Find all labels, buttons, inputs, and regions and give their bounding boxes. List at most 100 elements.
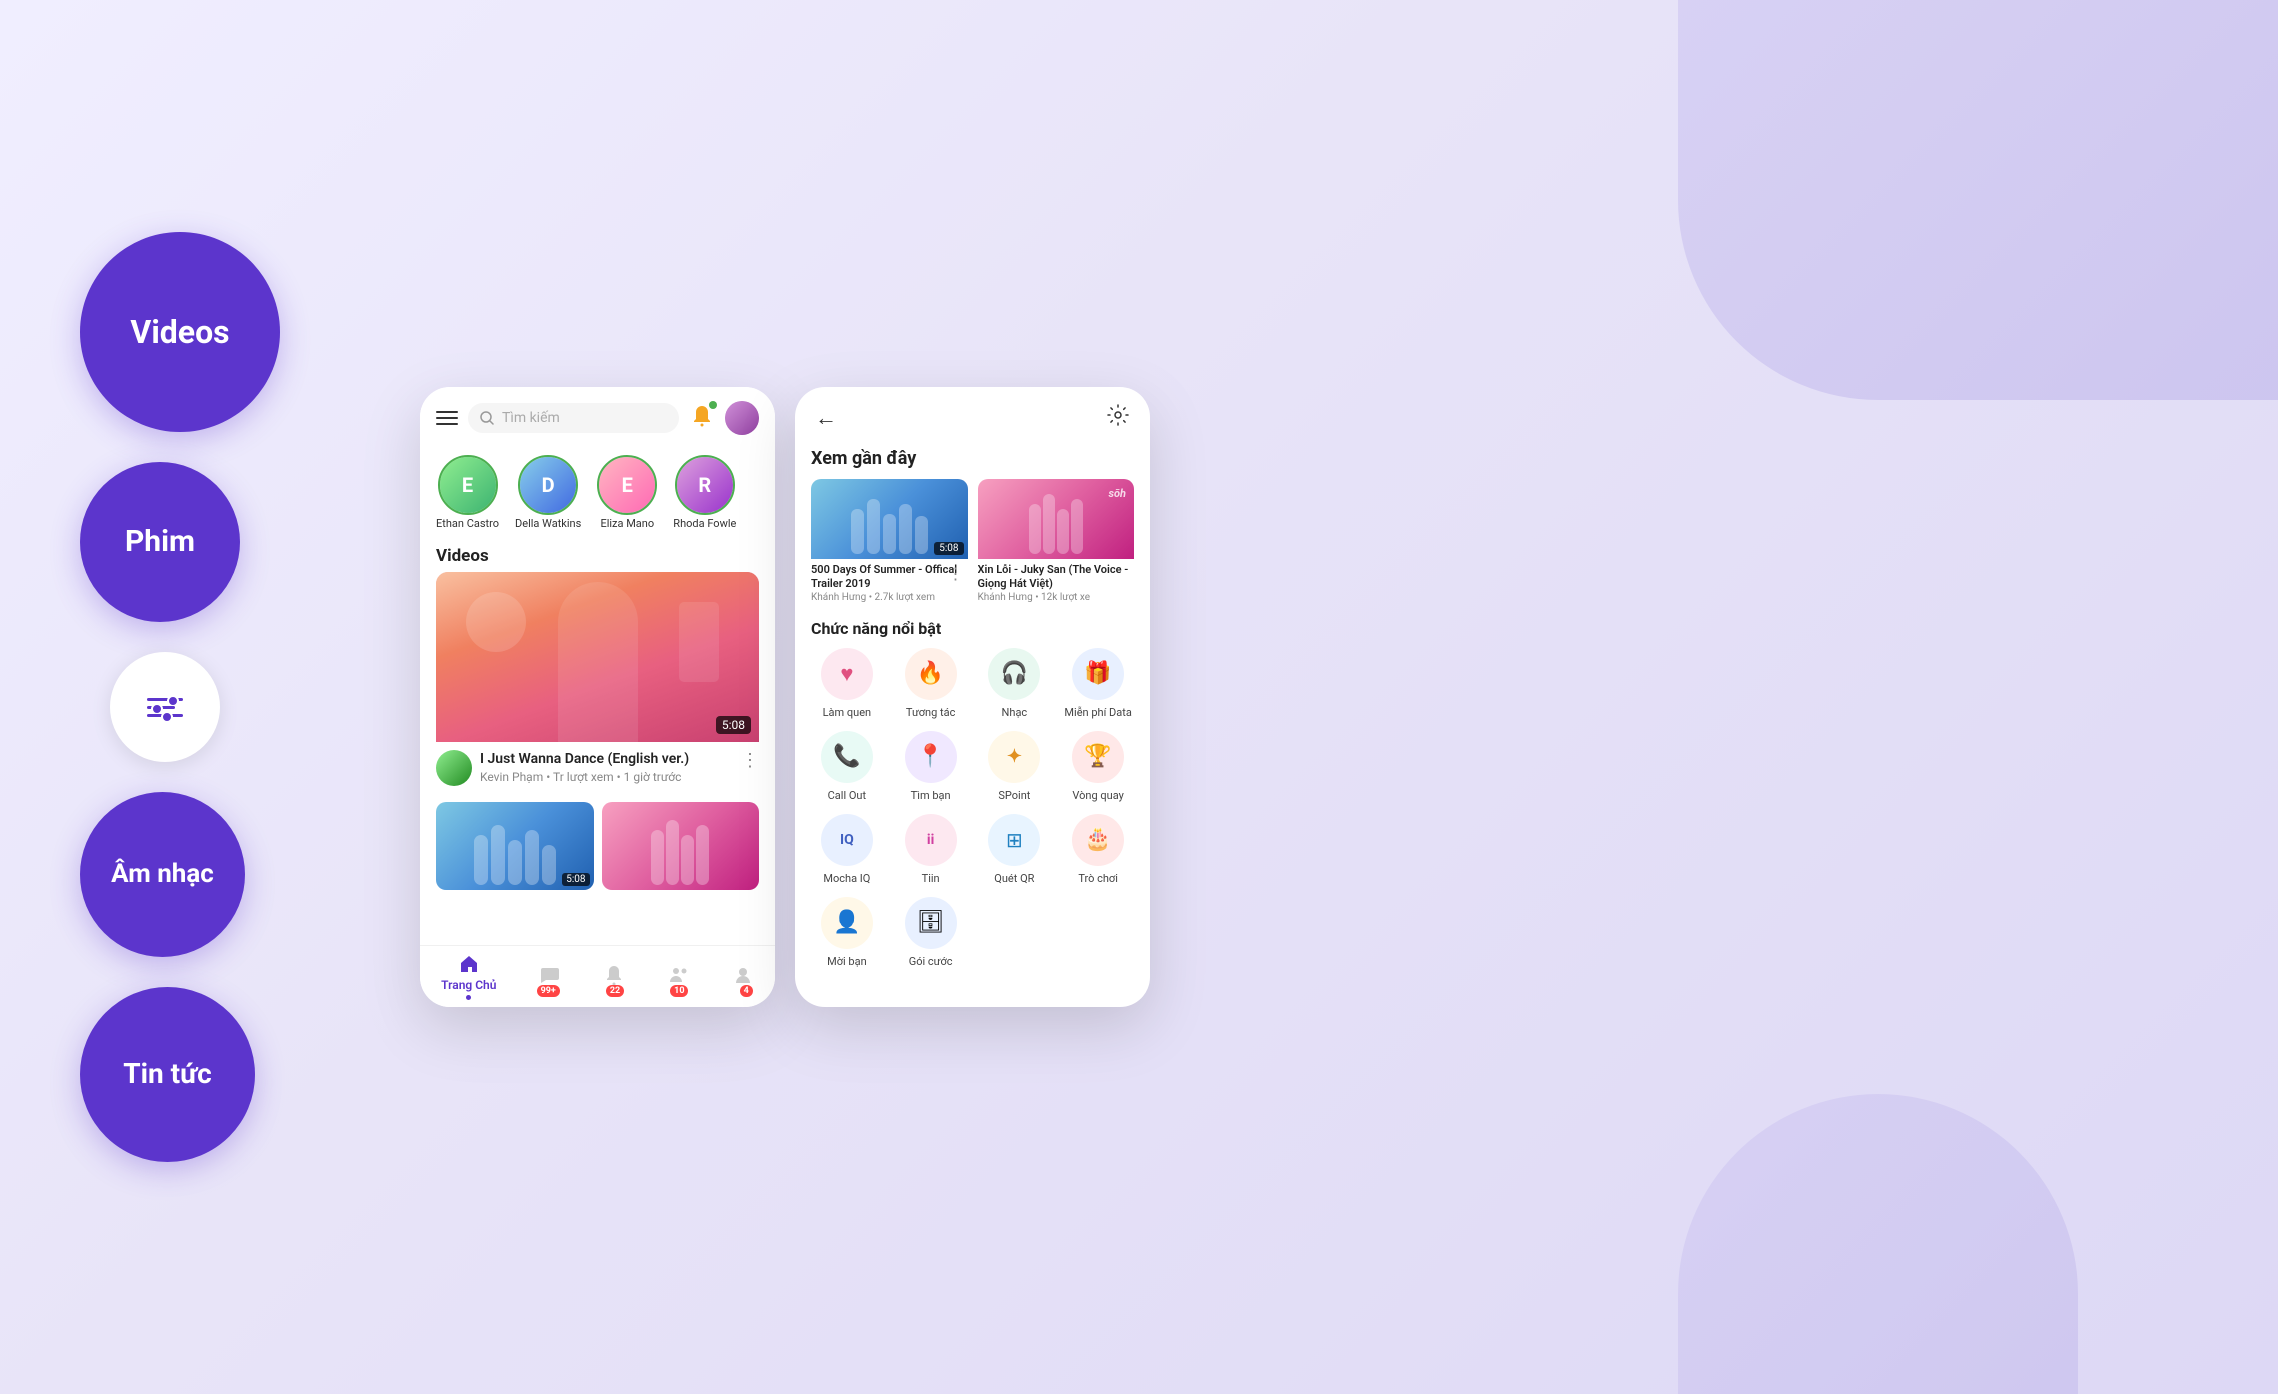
notification-icon xyxy=(603,964,625,986)
feature-tiin[interactable]: ii Tiin xyxy=(895,814,967,885)
video-thumb-small[interactable] xyxy=(602,802,760,890)
video-meta: I Just Wanna Dance (English ver.) Kevin … xyxy=(480,750,733,784)
search-icon xyxy=(480,411,494,425)
recent-section: Xem gần đây 5:08 xyxy=(795,448,1150,607)
story-avatar[interactable]: E xyxy=(599,457,655,513)
feature-moi-ban[interactable]: 👤 Mời bạn xyxy=(811,897,883,968)
feature-icon: ⊞ xyxy=(988,814,1040,866)
recent-video-item[interactable]: 5:08 500 Days Of Summer - Offical Traile… xyxy=(811,479,968,607)
story-name: Eliza Mano xyxy=(600,517,654,530)
features-section: Chức năng nổi bật ♥ Làm quen 🔥 Tương tác xyxy=(795,607,1150,968)
story-avatar[interactable]: D xyxy=(520,457,576,513)
nav-home[interactable]: Trang Chủ xyxy=(441,953,496,1000)
feature-spoint[interactable]: ✦ SPoint xyxy=(979,731,1051,802)
story-item[interactable]: E Ethan Castro xyxy=(436,457,499,530)
search-bar[interactable]: Tìm kiếm xyxy=(468,403,679,433)
feature-label: Trò chơi xyxy=(1078,872,1118,885)
phone-left: Tìm kiếm E Ethan Castro xyxy=(420,387,775,1007)
notification-dot xyxy=(709,401,717,409)
feature-label: Tương tác xyxy=(906,706,955,719)
am-nhac-circle[interactable]: Âm nhạc xyxy=(80,792,245,957)
main-video-card[interactable]: 5:08 I Just Wanna Dance (English ver.) K… xyxy=(436,572,759,794)
filter-circle[interactable] xyxy=(110,652,220,762)
bg-decoration-top xyxy=(1678,0,2278,400)
story-ring xyxy=(675,455,735,515)
story-avatar[interactable]: E xyxy=(440,457,496,513)
story-ring xyxy=(597,455,657,515)
feature-icon: 🗄 xyxy=(905,897,957,949)
user-avatar[interactable] xyxy=(725,401,759,435)
nav-friends[interactable]: 10 xyxy=(667,964,689,989)
feature-mocha-iq[interactable]: IQ Mocha IQ xyxy=(811,814,883,885)
settings-icon xyxy=(1106,403,1130,427)
story-ring xyxy=(438,455,498,515)
feature-icon: 📍 xyxy=(905,731,957,783)
feature-goi-cuoc[interactable]: 🗄 Gói cước xyxy=(895,897,967,968)
hamburger-button[interactable] xyxy=(436,411,458,425)
rv-duration: 5:08 xyxy=(934,542,963,555)
channel-avatar xyxy=(436,750,472,786)
feature-tim-ban[interactable]: 📍 Tìm bạn xyxy=(895,731,967,802)
feature-call-out[interactable]: 📞 Call Out xyxy=(811,731,883,802)
home-icon xyxy=(458,953,480,975)
video-title: I Just Wanna Dance (English ver.) xyxy=(480,750,733,768)
feature-label: Gói cước xyxy=(909,955,953,968)
phone2-header: ← xyxy=(795,387,1150,448)
recent-title: Xem gần đây xyxy=(811,448,1134,469)
stories-row: E Ethan Castro D Della Watkins E Eliza M… xyxy=(420,449,775,538)
tin-tuc-circle[interactable]: Tin tức xyxy=(80,987,255,1162)
story-name: Ethan Castro xyxy=(436,517,499,530)
settings-button[interactable] xyxy=(1106,403,1130,432)
rv-title: 500 Days Of Summer - Offical Trailer 201… xyxy=(811,563,968,592)
feature-label: Call Out xyxy=(828,789,866,802)
feature-icon: 📞 xyxy=(821,731,873,783)
feature-icon: 🔥 xyxy=(905,648,957,700)
feature-label: Quét QR xyxy=(994,872,1034,885)
nav-notifications[interactable]: 22 xyxy=(603,964,625,989)
phone-header: Tìm kiếm xyxy=(420,387,775,449)
story-item[interactable]: D Della Watkins xyxy=(515,457,581,530)
rv-info: 500 Days Of Summer - Offical Trailer 201… xyxy=(811,559,968,607)
back-button[interactable]: ← xyxy=(815,405,837,431)
filter-icon xyxy=(147,698,183,717)
story-avatar[interactable]: R xyxy=(677,457,733,513)
video-subtitle: Kevin Phạm • Tr lượt xem • 1 giờ trước xyxy=(480,770,733,784)
bottom-navigation: Trang Chủ 99+ 22 xyxy=(420,945,775,1007)
nav-badge: 4 xyxy=(740,985,753,997)
video-thumb-small[interactable]: 5:08 xyxy=(436,802,594,890)
more-options-button[interactable]: ⋮ xyxy=(741,750,759,771)
more-options[interactable]: ⋮ xyxy=(948,564,964,583)
feature-icon: 👤 xyxy=(821,897,873,949)
hamburger-line xyxy=(436,411,458,413)
duration-small: 5:08 xyxy=(562,873,589,886)
feature-icon: ♥ xyxy=(821,648,873,700)
feature-nhac[interactable]: 🎧 Nhạc xyxy=(979,648,1051,719)
feature-tuong-tac[interactable]: 🔥 Tương tác xyxy=(895,648,967,719)
story-name: Della Watkins xyxy=(515,517,581,530)
nav-messages[interactable]: 99+ xyxy=(539,964,561,989)
feature-lam-quen[interactable]: ♥ Làm quen xyxy=(811,648,883,719)
videos-circle[interactable]: Videos xyxy=(80,232,280,432)
feature-quet-qr[interactable]: ⊞ Quét QR xyxy=(979,814,1051,885)
feature-vong-quay[interactable]: 🏆 Vòng quay xyxy=(1062,731,1134,802)
nav-profile[interactable]: 4 xyxy=(732,964,754,989)
story-item[interactable]: E Eliza Mano xyxy=(597,457,657,530)
nav-badge: 99+ xyxy=(537,985,560,997)
feature-icon: ✦ xyxy=(988,731,1040,783)
features-grid: ♥ Làm quen 🔥 Tương tác 🎧 Nhạc xyxy=(811,648,1134,885)
nav-home-label: Trang Chủ xyxy=(441,978,496,992)
recent-video-item[interactable]: sōh Xin Lỗi - Juky San (The Voice - Giọn… xyxy=(978,479,1135,607)
notification-bell[interactable] xyxy=(689,403,715,433)
nav-active-dot xyxy=(466,995,471,1000)
video-thumbnail: 5:08 xyxy=(436,572,759,742)
story-name: Rhoda Fowle xyxy=(673,517,736,530)
rv-sub: Khánh Hưng • 12k lượt xe xyxy=(978,592,1135,603)
hamburger-line xyxy=(436,417,458,419)
feature-tro-choi[interactable]: 🎂 Trò chơi xyxy=(1062,814,1134,885)
feature-label: Miễn phí Data xyxy=(1064,706,1131,719)
feature-mien-phi-data[interactable]: 🎁 Miễn phí Data xyxy=(1062,648,1134,719)
feature-label: Tiin xyxy=(922,872,940,885)
phim-circle[interactable]: Phim xyxy=(80,462,240,622)
story-item[interactable]: R Rhoda Fowle xyxy=(673,457,736,530)
rv-info: Xin Lỗi - Juky San (The Voice - Giọng Há… xyxy=(978,559,1135,607)
